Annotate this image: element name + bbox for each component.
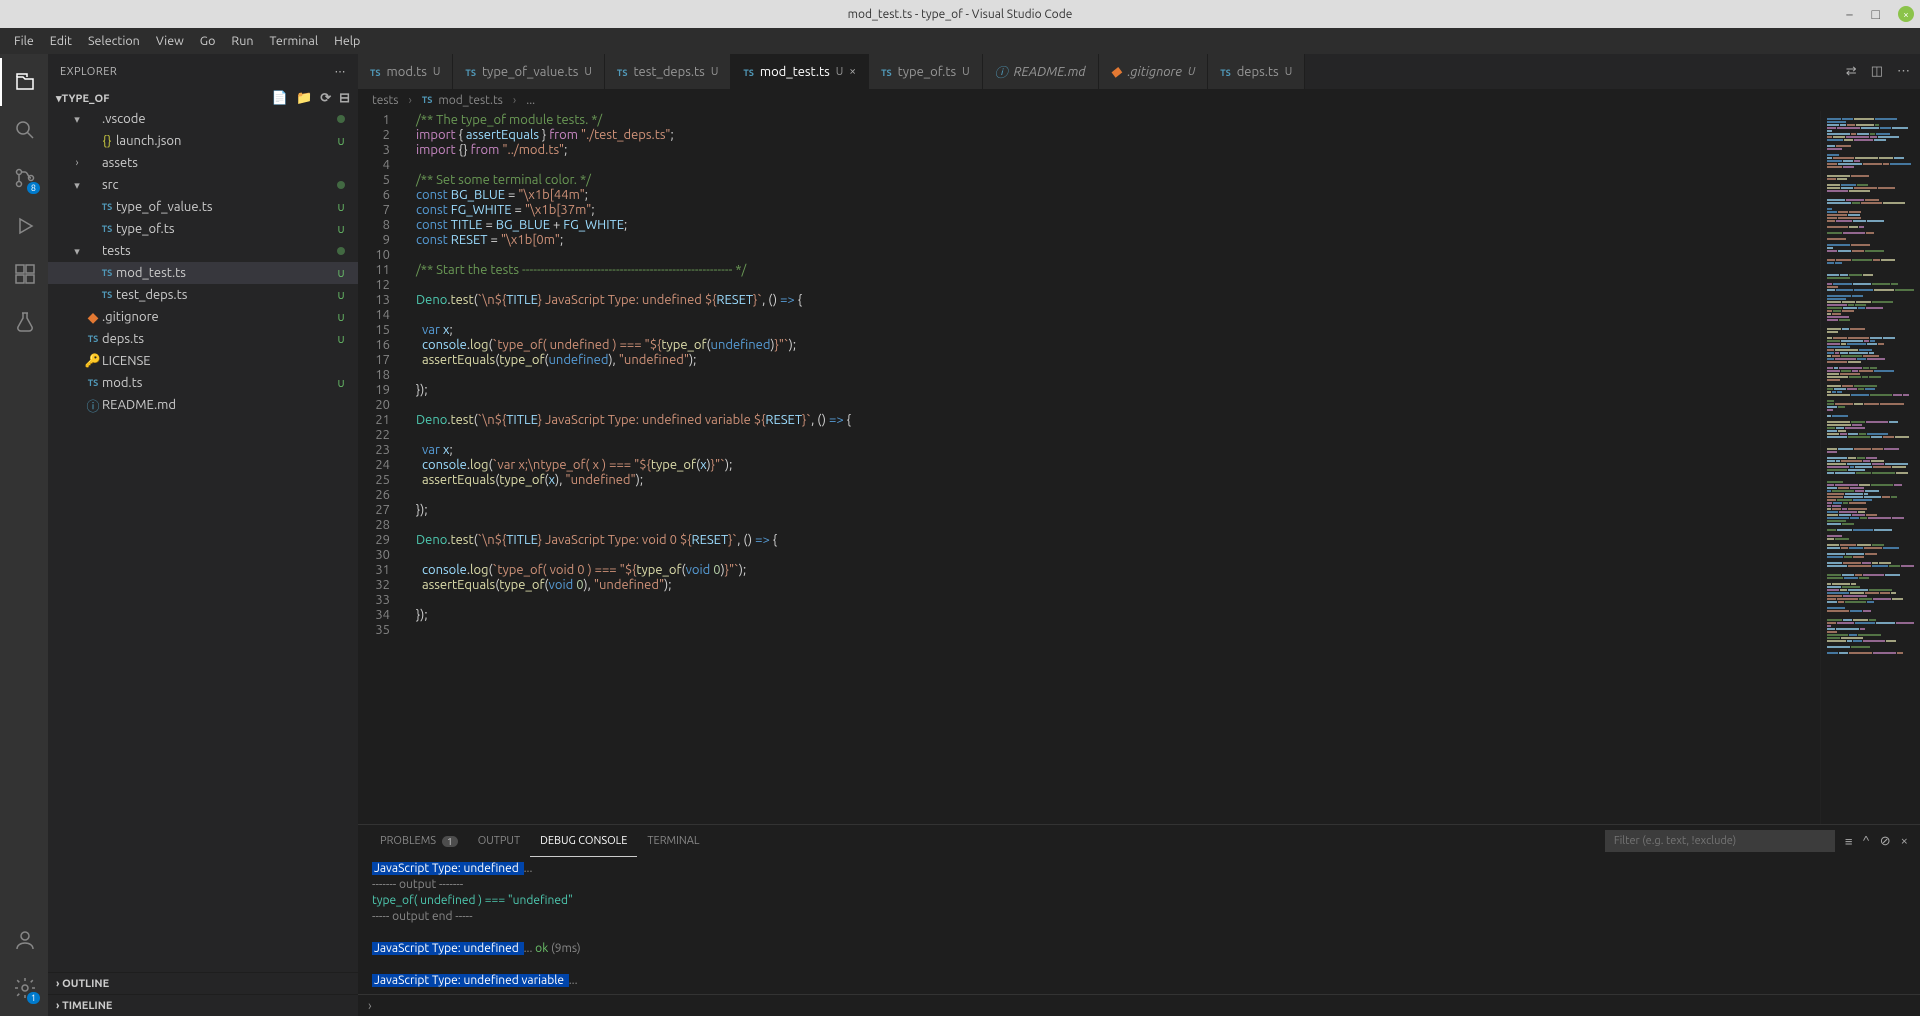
accounts-icon[interactable] [0, 916, 48, 964]
new-folder-icon[interactable]: 📁 [296, 91, 312, 106]
debug-prompt[interactable]: › [358, 994, 1920, 1016]
close-icon: × [849, 65, 856, 78]
minimap[interactable] [1820, 111, 1920, 824]
close-panel-icon[interactable]: × [1901, 834, 1908, 848]
tab-terminal[interactable]: TERMINAL [637, 825, 709, 857]
sidebar-root: TYPE_OF [62, 93, 110, 105]
compare-icon[interactable]: ⇄ [1846, 64, 1857, 79]
title-bar: mod_test.ts - type_of - Visual Studio Co… [0, 0, 1920, 28]
outline-section[interactable]: › OUTLINE [48, 972, 358, 994]
tree-item[interactable]: ›assets [48, 152, 358, 174]
editor-tabs: TSmod.tsUTStype_of_value.tsUTStest_deps.… [358, 54, 1920, 89]
menu-run[interactable]: Run [223, 30, 261, 52]
menu-file[interactable]: File [6, 30, 42, 52]
split-icon[interactable]: ◫ [1871, 64, 1883, 79]
tree-item[interactable]: 🔑LICENSE [48, 350, 358, 372]
editor-tab[interactable]: TStype_of.tsU [869, 54, 983, 89]
tree-item[interactable]: TStype_of.tsU [48, 218, 358, 240]
tree-item[interactable]: ▾src [48, 174, 358, 196]
filter-input[interactable] [1605, 830, 1835, 852]
editor-tab[interactable]: TSmod_test.tsU× [731, 54, 869, 89]
code-editor[interactable]: 1234567891011121314151617181920212223242… [358, 111, 1820, 824]
explorer-icon[interactable] [0, 58, 48, 106]
tree-item[interactable]: ▾tests [48, 240, 358, 262]
new-file-icon[interactable]: 📄 [272, 91, 288, 106]
testing-icon[interactable] [0, 298, 48, 346]
tree-item[interactable]: ▾.vscode [48, 108, 358, 130]
menu-view[interactable]: View [148, 30, 192, 52]
tree-item[interactable]: TSmod_test.tsU [48, 262, 358, 284]
tree-item[interactable]: ◆.gitignoreU [48, 306, 358, 328]
extensions-icon[interactable] [0, 250, 48, 298]
source-control-icon[interactable]: 8 [0, 154, 48, 202]
timeline-section[interactable]: › TIMELINE [48, 994, 358, 1016]
maximize-icon[interactable]: □ [1872, 6, 1880, 22]
close-icon[interactable]: × [1898, 6, 1914, 22]
more-icon[interactable]: ⋯ [335, 65, 347, 78]
run-debug-icon[interactable] [0, 202, 48, 250]
editor-tab[interactable]: TSmod.tsU [358, 54, 453, 89]
tree-item[interactable]: ⓘREADME.md [48, 394, 358, 416]
menu-selection[interactable]: Selection [80, 30, 148, 52]
tree-item[interactable]: TStest_deps.tsU [48, 284, 358, 306]
tab-debug-console[interactable]: DEBUG CONSOLE [530, 825, 637, 857]
refresh-icon[interactable]: ⟳ [320, 91, 331, 106]
menu-terminal[interactable]: Terminal [261, 30, 326, 52]
editor-tab[interactable]: ◆.gitignoreU [1099, 54, 1209, 89]
menu-help[interactable]: Help [326, 30, 368, 52]
settings-icon[interactable]: 1 [0, 964, 48, 1012]
filter-icon[interactable]: ≡ [1845, 834, 1853, 849]
editor-tab[interactable]: TStype_of_value.tsU [453, 54, 605, 89]
activity-bar: 8 1 [0, 54, 48, 1016]
tab-problems[interactable]: PROBLEMS1 [370, 825, 468, 857]
breadcrumb[interactable]: tests TSmod_test.ts ... [358, 89, 1920, 111]
menu-bar: File Edit Selection View Go Run Terminal… [0, 28, 1920, 54]
sidebar-root-row[interactable]: ▾ TYPE_OF 📄 📁 ⟳ ⊟ [48, 89, 358, 108]
collapse-icon[interactable]: ⊟ [339, 91, 350, 106]
search-icon[interactable] [0, 106, 48, 154]
bottom-panel: PROBLEMS1 OUTPUT DEBUG CONSOLE TERMINAL … [358, 824, 1920, 1016]
tree-item[interactable]: TStype_of_value.tsU [48, 196, 358, 218]
sidebar-title: EXPLORER [60, 66, 117, 78]
minimize-icon[interactable]: − [1846, 6, 1854, 22]
tree-item[interactable]: {}launch.jsonU [48, 130, 358, 152]
tab-output[interactable]: OUTPUT [468, 825, 530, 857]
editor-area: TSmod.tsUTStype_of_value.tsUTStest_deps.… [358, 54, 1920, 1016]
editor-tab[interactable]: TSdeps.tsU [1208, 54, 1305, 89]
tree-item[interactable]: TSmod.tsU [48, 372, 358, 394]
menu-go[interactable]: Go [192, 30, 224, 52]
sidebar-explorer: EXPLORER ⋯ ▾ TYPE_OF 📄 📁 ⟳ ⊟ ▾.vscode{}l… [48, 54, 358, 1016]
tree-item[interactable]: TSdeps.tsU [48, 328, 358, 350]
menu-edit[interactable]: Edit [42, 30, 80, 52]
more-icon[interactable]: ⋯ [1897, 64, 1910, 79]
editor-tab[interactable]: ⓘREADME.md [983, 54, 1099, 89]
clear-icon[interactable]: ⊘ [1880, 834, 1891, 849]
window-title: mod_test.ts - type_of - Visual Studio Co… [848, 8, 1073, 21]
chevron-up-icon[interactable]: ^ [1862, 834, 1869, 848]
editor-tab[interactable]: TStest_deps.tsU [605, 54, 731, 89]
